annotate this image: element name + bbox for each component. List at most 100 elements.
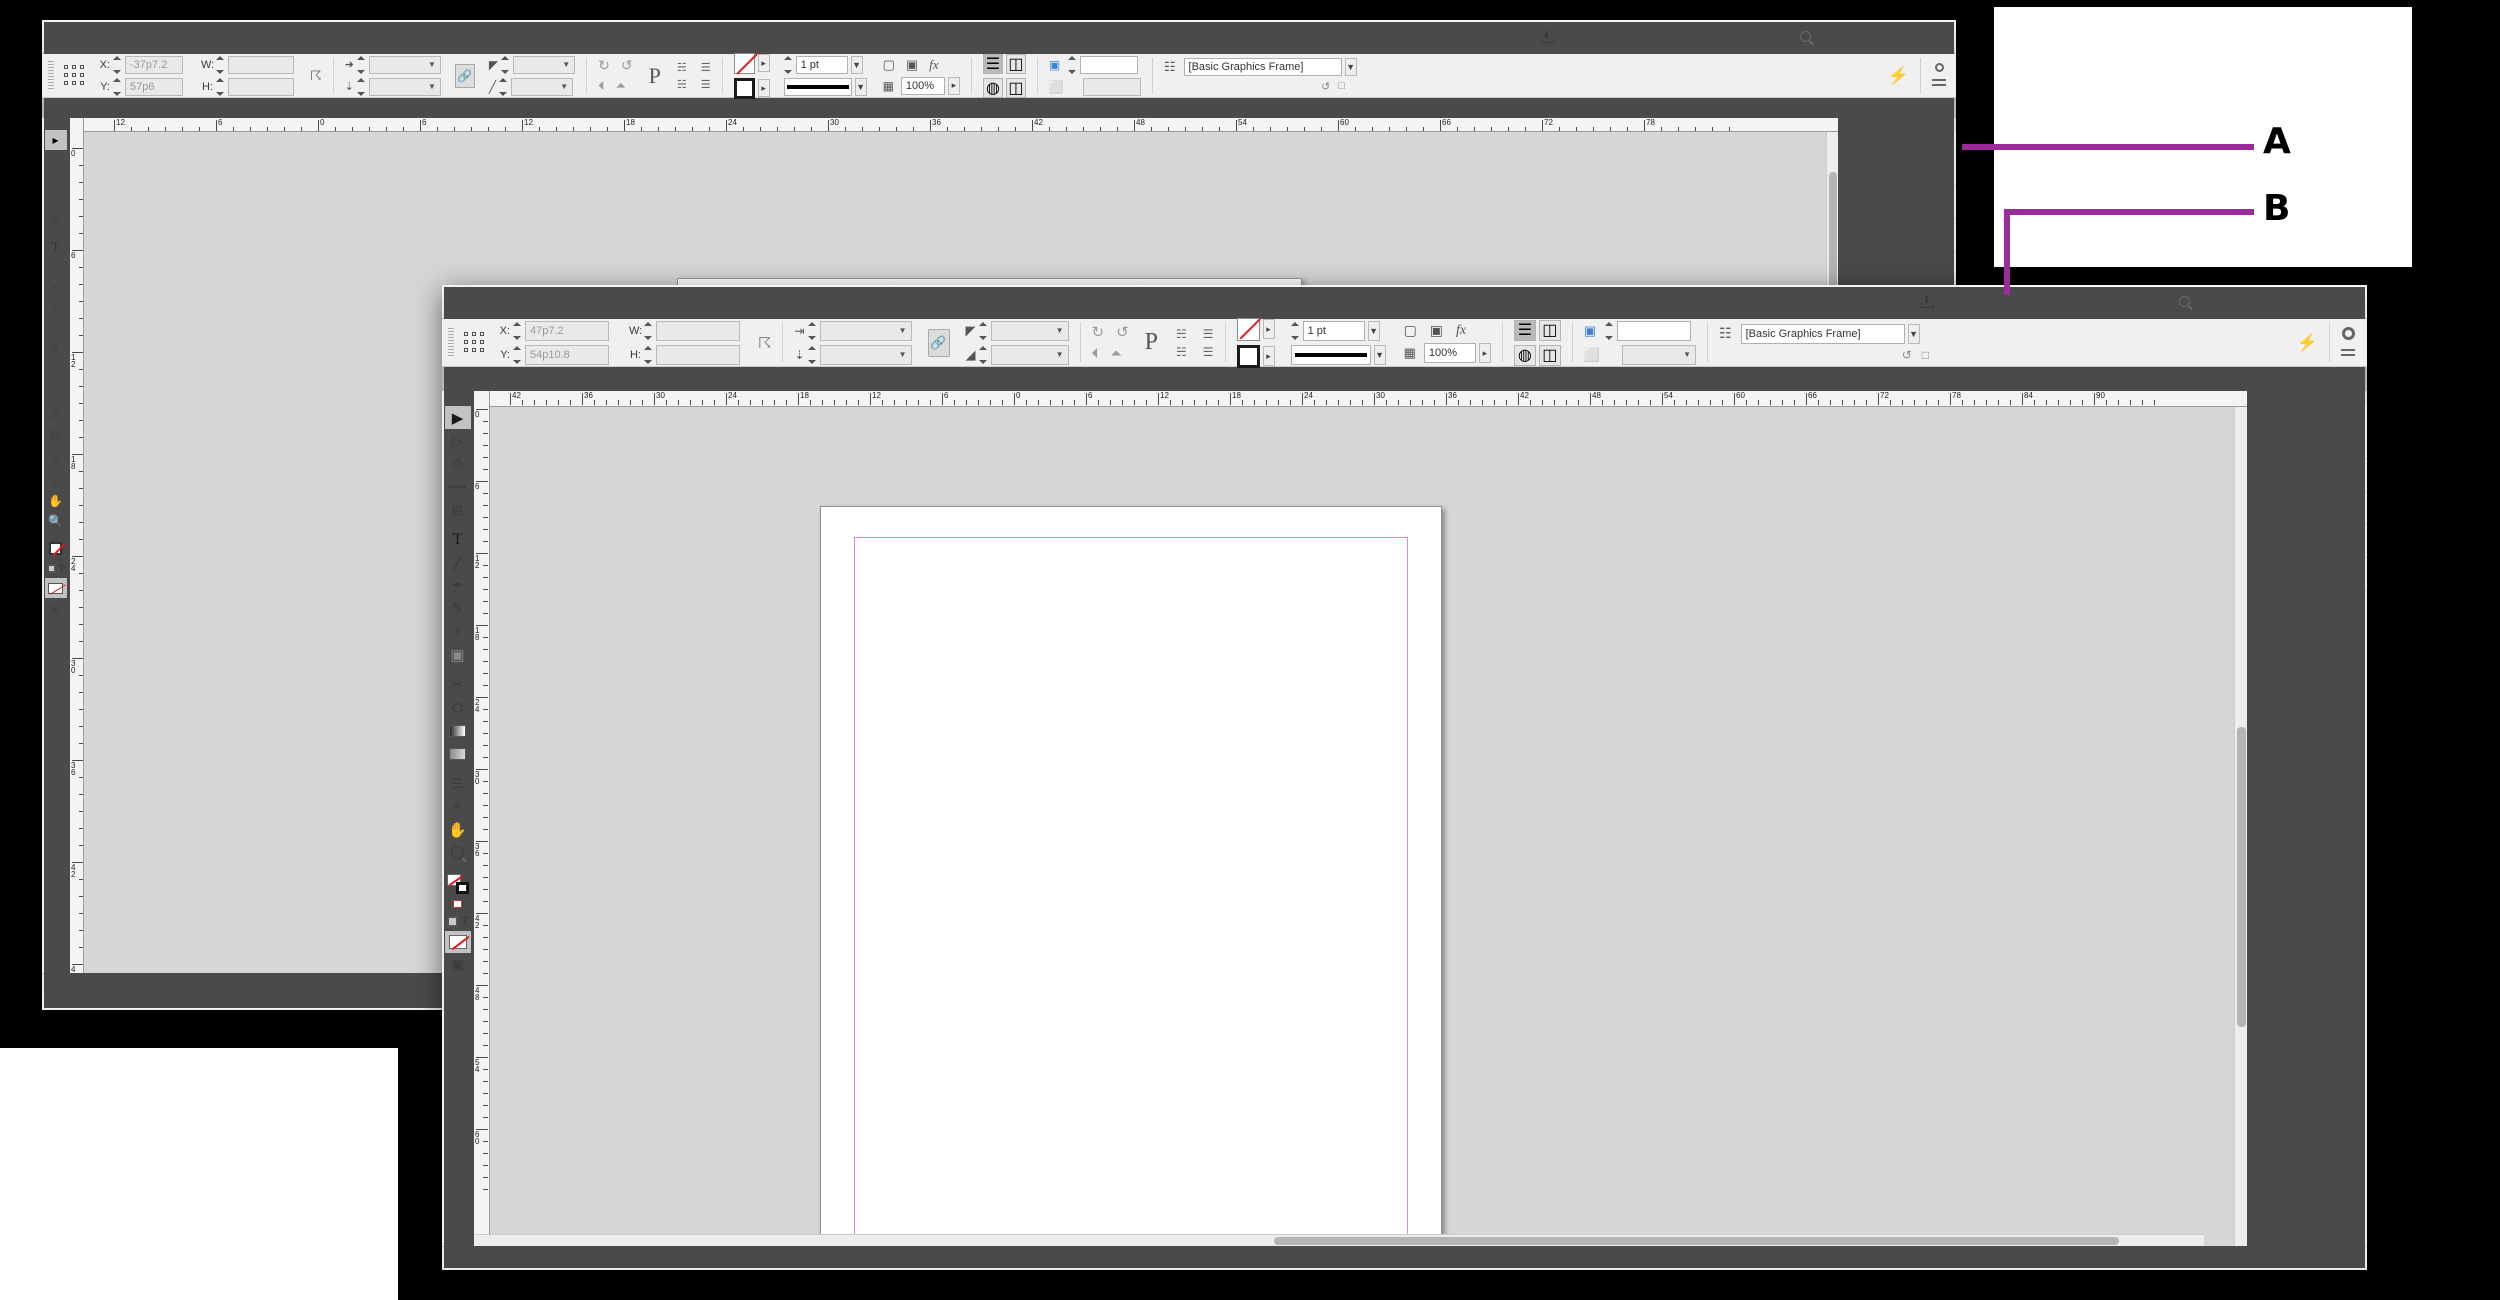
transparency-icon[interactable]: ▦ [883,79,894,93]
hand-tool-front[interactable]: ✋ [445,818,471,841]
zoom-tool-front[interactable] [445,841,471,864]
rotate-cw-icon-front[interactable]: ↺ [1116,323,1129,341]
scale-x-stepper-front[interactable] [808,322,817,340]
gutter-field-front[interactable]: ▼ [1622,345,1696,365]
corner-options-icon-front[interactable]: ▢ [1404,322,1417,339]
y-stepper-front[interactable] [513,346,522,364]
fill-color-swatch-back[interactable] [734,78,755,99]
canvas-front[interactable]: 4236302418126061218243036424854606672788… [490,391,2247,1246]
reference-point-selector-back[interactable] [64,65,86,87]
opacity-field-front[interactable]: 100% [1424,343,1476,363]
vertical-ruler-front[interactable]: 06121824303642485460 [474,391,490,1246]
rotation-stepper-back[interactable] [501,56,510,74]
rectangle-tool-front[interactable]: ▣ [445,643,471,666]
horizontal-scrollbar-front[interactable] [474,1234,2204,1246]
pen-tool-front[interactable]: ✒ [445,574,471,597]
shear-stepper-back[interactable] [499,78,508,96]
text-wrap-jump-button-front[interactable]: ◫ [1539,345,1561,366]
x-stepper-back[interactable] [113,56,122,74]
corner-options-icon[interactable]: ▢ [883,57,895,73]
gradient-feather-tool-back[interactable]: ▩ [45,424,67,444]
align-left-icon[interactable]: ☰ [701,61,711,74]
columns-stepper-back[interactable] [1068,56,1077,74]
apply-none-back[interactable] [45,578,67,598]
frame-fitting-P-icon-front[interactable]: P [1145,329,1158,356]
scale-y-stepper-front[interactable] [808,346,817,364]
rotate-ccw-icon-front[interactable]: ↻ [1092,323,1105,341]
text-wrap-shape-button-back[interactable]: ◍ [983,78,1003,98]
fill-stroke-swatches-front[interactable] [445,871,471,897]
h-field-front[interactable] [656,345,740,365]
object-effects-icon[interactable]: ▣ [906,57,918,73]
columns-field-front[interactable] [1617,321,1691,341]
distribute-bottom-icon[interactable]: ☵ [677,78,687,91]
select-content-icon[interactable]: ▣ [1049,58,1060,72]
quick-apply-icon[interactable]: ↺ [1321,80,1330,93]
stroke-swatch-chevron-icon[interactable]: ▸ [758,54,770,72]
opacity-chevron-icon[interactable]: ▸ [948,77,960,95]
object-style-field-front[interactable]: [Basic Graphics Frame] [1741,324,1905,344]
select-content-icon-front[interactable]: ▣ [1584,323,1596,339]
rotate-cw-icon[interactable]: ↺ [621,57,633,74]
screen-mode-icon[interactable] [308,29,328,44]
apply-none-front[interactable] [445,931,471,953]
object-style-field-back[interactable]: [Basic Graphics Frame] [1184,58,1342,76]
direct-selection-tool-front[interactable]: ▷ [445,429,471,452]
selection-tool-front[interactable]: ▶ [445,406,471,429]
stroke-weight-chevron-icon[interactable]: ▼ [851,56,863,74]
stroke-type-field-back[interactable] [784,78,852,96]
horizontal-ruler-back[interactable]: 12606121824303642485460667278 [84,118,1838,132]
constrain-proportions-icon-back[interactable]: ☈ [310,68,322,84]
transparency-icon-front[interactable]: ▦ [1404,345,1416,361]
free-transform-tool-front[interactable]: ⛭ [445,696,471,719]
align-right-icon-front[interactable]: ☰ [1203,345,1214,359]
rotation-field-back[interactable]: ▼ [513,56,575,74]
content-collector-tool-back[interactable]: ▤ [45,210,67,230]
zoom-tool-back[interactable]: 🔍 [45,511,67,531]
direct-selection-tool-back[interactable]: ▷ [45,150,67,170]
auto-fit-icon-front[interactable]: ⬜ [1584,347,1600,363]
scale-x-stepper-back[interactable] [357,56,366,74]
stroke-color-swatch-back[interactable] [734,53,755,74]
eyedropper-tool-back[interactable]: ⚘ [45,471,67,491]
scale-x-field-front[interactable]: ▼ [820,321,912,341]
cc-sync-icon-front[interactable]: ⚡ [2297,333,2318,353]
line-tool-front[interactable]: ╱ [445,551,471,574]
rotate-ccw-icon[interactable]: ↻ [598,57,610,74]
h-stepper-front[interactable] [644,346,653,364]
distribute-top-icon[interactable]: ☵ [677,61,687,74]
formatting-affects-front[interactable]: T [445,911,471,931]
control-bar-grip-front[interactable] [448,328,454,358]
stroke-type-chevron-icon[interactable]: ▼ [855,78,867,96]
vertical-ruler-back[interactable]: 061218243036424854 [70,118,84,973]
constrain-scale-link-icon-front[interactable]: 🔗 [928,329,950,357]
scale-y-stepper-back[interactable] [357,78,366,96]
scale-y-field-back[interactable]: ▼ [369,78,441,96]
view-options-icon[interactable] [355,29,375,44]
h-stepper-back[interactable] [216,78,225,96]
x-stepper-front[interactable] [513,322,522,340]
quick-apply-icon-front[interactable]: ↺ [1902,348,1912,362]
scissors-tool-back[interactable]: ✂ [45,364,67,384]
text-wrap-bounding-button-back[interactable]: ◫ [1006,54,1026,74]
flip-vertical-icon[interactable]: ⏶ [616,78,626,94]
content-collector-tool-front[interactable]: ▤ [445,498,471,521]
select-container-icon-front[interactable]: □ [1922,348,1929,362]
flip-horizontal-icon-front[interactable]: ⏴ [1092,345,1099,362]
type-tool-back[interactable]: T [45,237,67,257]
view-options-icon-front[interactable] [755,294,775,309]
document-page-front[interactable] [820,506,1442,1246]
pen-tool-back[interactable]: ✒ [45,277,67,297]
shear-stepper-front[interactable] [979,346,988,364]
horizontal-ruler-front[interactable]: 4236302418126061218243036424854606672788… [490,391,2247,407]
select-container-icon[interactable]: □ [1338,80,1345,93]
x-field-front[interactable]: 47p7.2 [525,321,609,341]
text-wrap-none-button-back[interactable]: ☰ [983,54,1003,74]
scale-y-field-front[interactable]: ▼ [820,345,912,365]
gap-tool-back[interactable]: ↔ [45,190,67,210]
scale-x-field-back[interactable]: ▼ [369,56,441,74]
stroke-weight-chevron-icon-front[interactable]: ▼ [1368,321,1380,341]
x-field-back[interactable]: -37p7.2 [125,56,183,74]
stroke-color-swatch-front[interactable] [1237,318,1260,341]
note-tool-front[interactable]: ☰ [445,772,471,795]
